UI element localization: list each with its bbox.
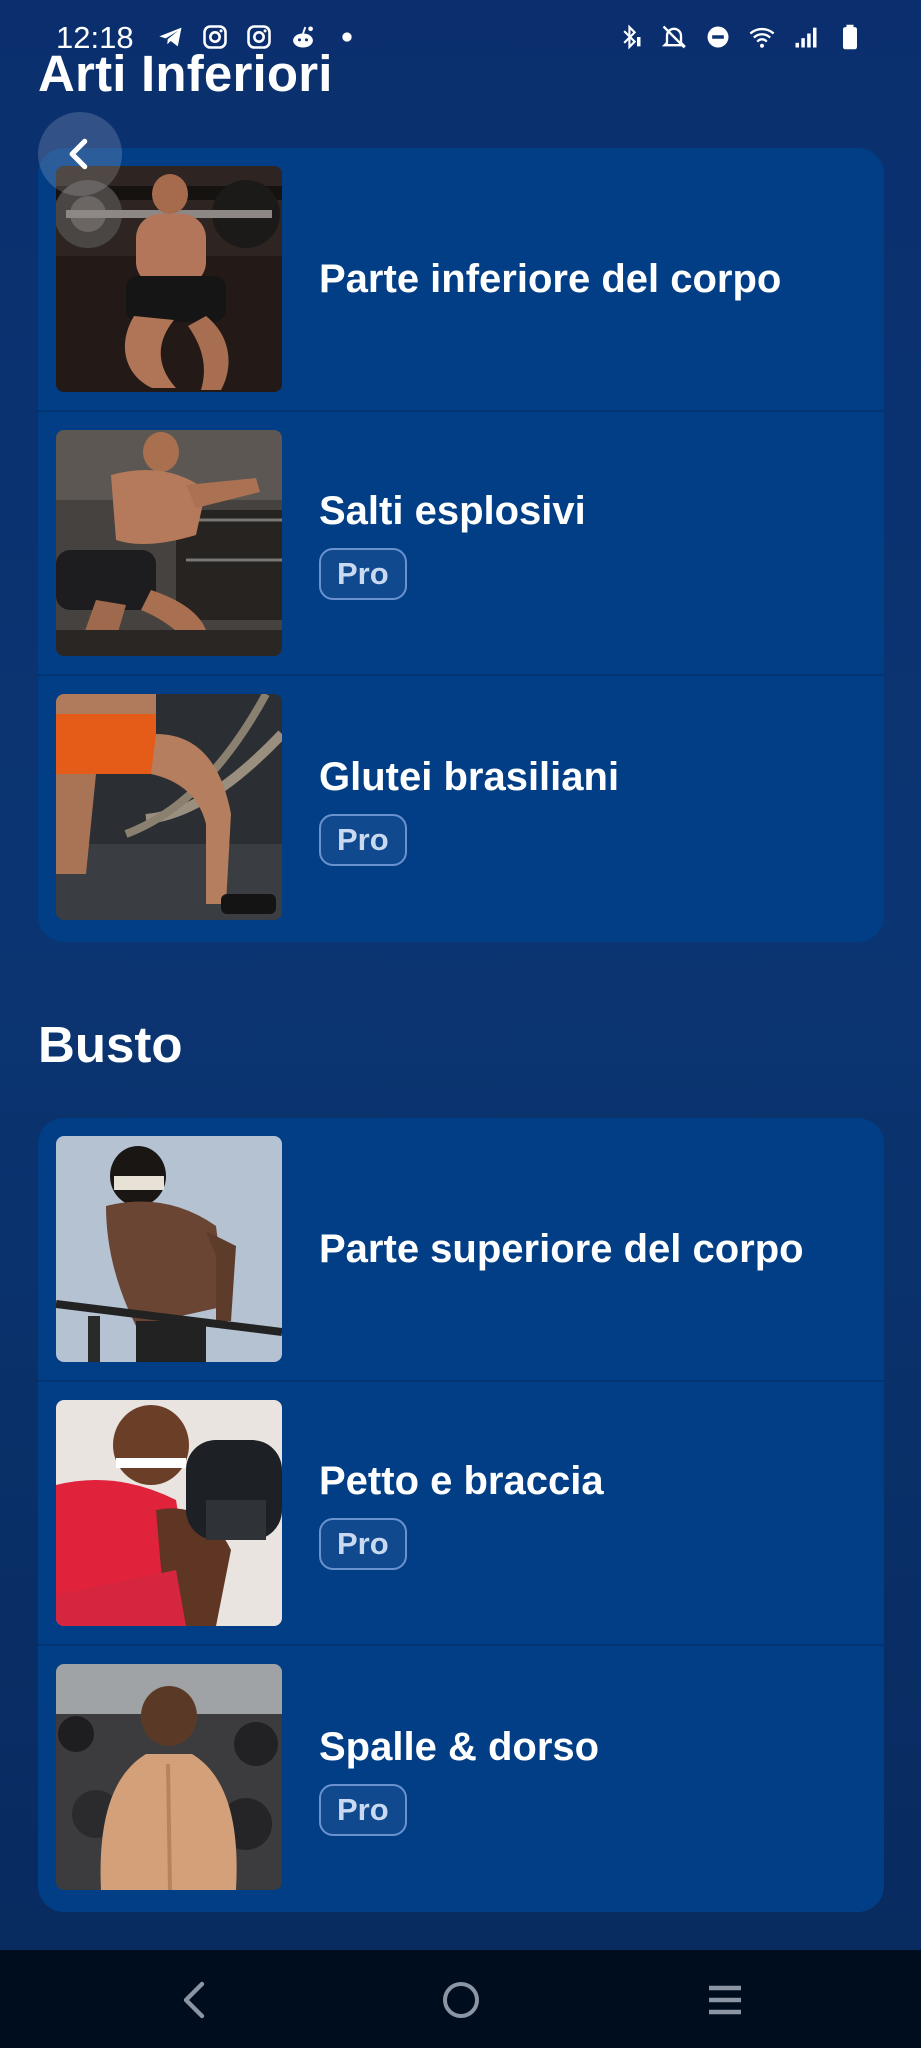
pro-badge: Pro bbox=[319, 814, 407, 866]
workout-thumbnail bbox=[56, 1136, 282, 1362]
list-item[interactable]: Salti esplosivi Pro bbox=[38, 412, 884, 676]
list-item[interactable]: Glutei brasiliani Pro bbox=[38, 676, 884, 942]
item-title: Petto e braccia bbox=[319, 1459, 604, 1503]
list-item[interactable]: Spalle & dorso Pro bbox=[38, 1646, 884, 1912]
workout-thumbnail bbox=[56, 1664, 282, 1890]
workout-thumbnail bbox=[56, 166, 282, 392]
item-title: Spalle & dorso bbox=[319, 1725, 600, 1769]
reddit-icon bbox=[288, 22, 318, 52]
item-text: Parte inferiore del corpo bbox=[319, 148, 781, 410]
item-text: Salti esplosivi Pro bbox=[319, 412, 586, 674]
do-not-disturb-icon bbox=[703, 22, 733, 52]
instagram-icon bbox=[244, 22, 274, 52]
back-button[interactable] bbox=[38, 112, 122, 196]
pro-badge: Pro bbox=[319, 548, 407, 600]
section-title: Busto bbox=[38, 1016, 183, 1073]
mute-icon bbox=[659, 22, 689, 52]
item-title: Parte inferiore del corpo bbox=[319, 257, 782, 301]
workout-thumbnail bbox=[56, 1400, 282, 1626]
item-title: Glutei brasiliani bbox=[319, 755, 620, 799]
status-time: 12:18 bbox=[56, 20, 134, 55]
signal-icon bbox=[791, 22, 821, 52]
bluetooth-icon bbox=[615, 22, 645, 52]
list-item[interactable]: Parte superiore del corpo bbox=[38, 1118, 884, 1382]
back-nav-icon[interactable] bbox=[168, 1972, 224, 2028]
pro-badge: Pro bbox=[319, 1518, 407, 1570]
recents-nav-icon[interactable] bbox=[697, 1972, 753, 2028]
notification-icons bbox=[156, 22, 362, 52]
battery-icon bbox=[835, 22, 865, 52]
telegram-icon bbox=[156, 22, 186, 52]
system-navigation-bar bbox=[0, 1950, 921, 2048]
item-text: Parte superiore del corpo bbox=[319, 1118, 804, 1380]
dot-icon bbox=[332, 22, 362, 52]
workout-list-upper-body: Parte superiore del corpo Petto e bracci… bbox=[38, 1118, 884, 1912]
wifi-icon bbox=[747, 22, 777, 52]
item-title: Salti esplosivi bbox=[319, 489, 586, 533]
item-title: Parte superiore del corpo bbox=[319, 1227, 804, 1271]
home-nav-icon[interactable] bbox=[433, 1972, 489, 2028]
list-item[interactable]: Petto e braccia Pro bbox=[38, 1382, 884, 1646]
workout-list-lower-body: Parte inferiore del corpo Salti esplosiv… bbox=[38, 148, 884, 942]
item-text: Glutei brasiliani Pro bbox=[319, 676, 619, 942]
status-bar: 12:18 bbox=[0, 0, 921, 74]
chevron-left-icon bbox=[69, 138, 88, 170]
instagram-icon bbox=[200, 22, 230, 52]
item-text: Spalle & dorso Pro bbox=[319, 1646, 599, 1912]
workout-thumbnail bbox=[56, 694, 282, 920]
pro-badge: Pro bbox=[319, 1784, 407, 1836]
list-item[interactable]: Parte inferiore del corpo bbox=[38, 148, 884, 412]
item-text: Petto e braccia Pro bbox=[319, 1382, 604, 1644]
system-icons bbox=[615, 22, 865, 52]
workout-thumbnail bbox=[56, 430, 282, 656]
